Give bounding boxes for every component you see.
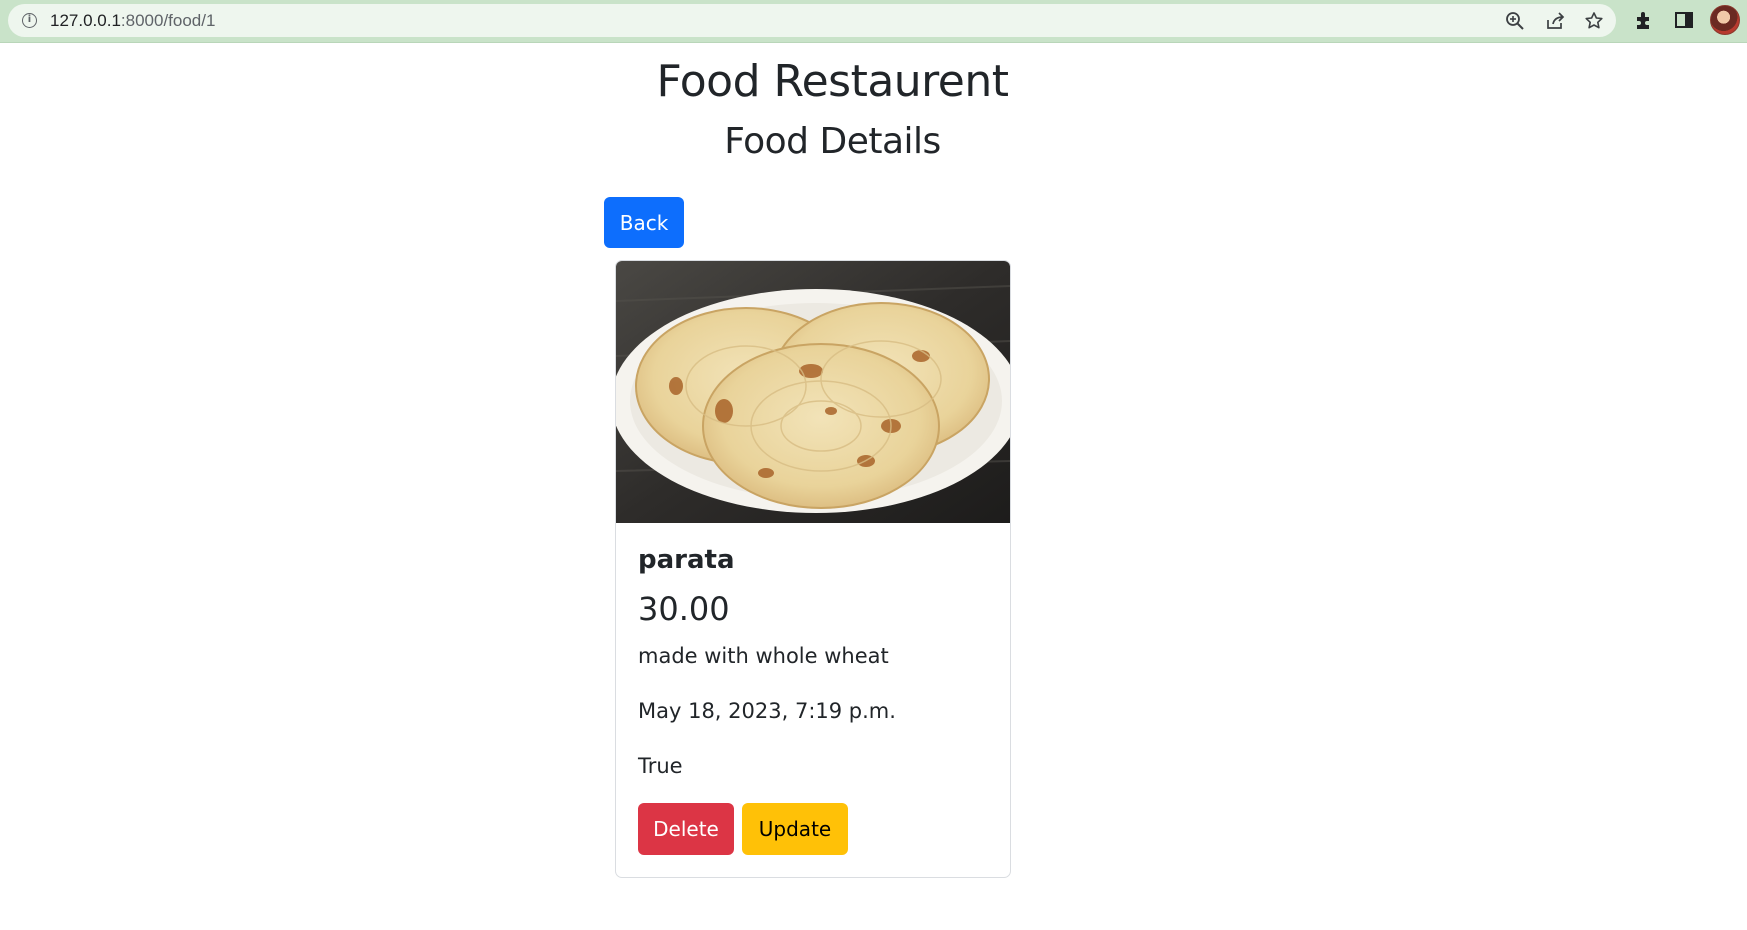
food-created-date: May 18, 2023, 7:19 p.m.	[638, 699, 896, 723]
url-text[interactable]: 127.0.0.1:8000/food/1	[50, 11, 215, 30]
share-icon[interactable]	[1544, 10, 1566, 32]
food-price: 30.00	[638, 590, 730, 628]
food-name: parata	[638, 545, 735, 575]
bookmark-star-icon[interactable]	[1583, 10, 1605, 32]
browser-toolbar: i 127.0.0.1:8000/food/1	[0, 0, 1747, 43]
page-title: Food Restaurent	[656, 56, 1009, 107]
profile-avatar[interactable]	[1710, 5, 1740, 35]
food-image	[616, 261, 1010, 523]
address-bar[interactable]: i 127.0.0.1:8000/food/1	[8, 4, 1616, 37]
info-icon[interactable]: i	[22, 13, 37, 28]
back-button[interactable]: Back	[604, 197, 684, 248]
page-subtitle: Food Details	[724, 121, 941, 162]
update-button[interactable]: Update	[742, 803, 848, 855]
side-panel-icon[interactable]	[1672, 8, 1696, 32]
food-description: made with whole wheat	[638, 644, 889, 668]
extensions-icon[interactable]	[1632, 8, 1656, 32]
food-availability: True	[638, 754, 683, 778]
zoom-icon[interactable]	[1504, 10, 1526, 32]
url-host: 127.0.0.1	[50, 11, 121, 30]
url-path: :8000/food/1	[120, 11, 216, 30]
delete-button[interactable]: Delete	[638, 803, 734, 855]
